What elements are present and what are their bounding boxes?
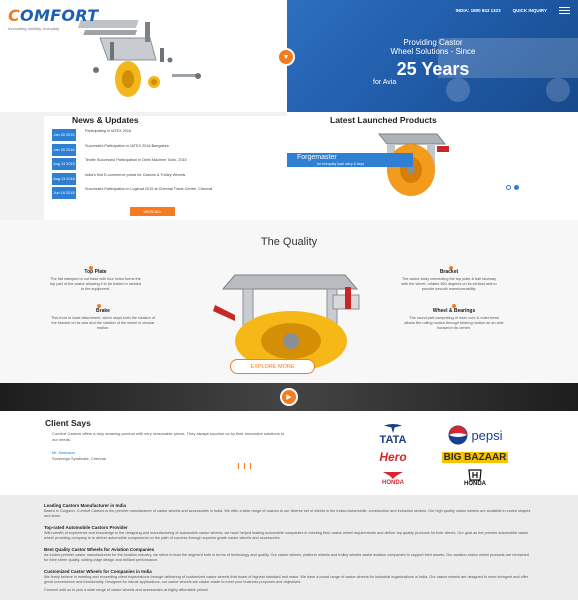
play-button[interactable]: ▶ [280,388,298,406]
feature-wheel-bearings: Wheel & Bearings The round part comprisi… [404,309,504,331]
logo-letters: OMFORT [20,6,99,25]
logo-tagline: Innovating mobility, everyday [8,26,60,31]
feature-title: Wheel & Bearings [432,308,476,314]
feature-text: The flat stamped or cut base with four h… [50,277,141,291]
honda-h-icon [468,469,482,481]
logo-letter-c: C [8,6,21,25]
logo-text: pepsi [471,427,503,443]
news-title: News & Updates [72,115,139,125]
view-all-button[interactable]: VIEW ALL [130,207,175,216]
feature-bracket: Bracket The castor body connecting the t… [398,270,500,292]
client-logo-tata: TATA [358,424,428,446]
logo-text: Hero [379,450,407,464]
seo-paragraph: As India's premier castor manufacturers … [44,553,529,562]
seo-paragraph: With wealth of experience and knowledge … [44,531,529,540]
logo-text: BIG BAZAAR [441,451,509,463]
client-logo-hero: Hero [358,448,428,466]
seo-text-section: Leading Castors Manufacturer in India Ba… [0,495,578,600]
phone-number[interactable]: INDIA: 1800 843 1323 [456,8,501,13]
carousel-dot-active[interactable] [514,185,519,190]
news-date-badge: Jun 16 2015 [52,187,76,199]
seo-closing: Connect with us to pick a wide range of … [44,588,209,592]
quality-title: The Quality [260,236,318,248]
news-list: Jan 20 2016 Participating in IATEX 2016 … [52,129,282,202]
feature-brake: Brake This front or back attachment, whi… [48,309,158,331]
feature-text: The castor body connecting the top plate… [401,277,497,291]
product-name: Forgemaster [297,154,337,161]
news-item-text: India's first E-commerce portal for Cast… [85,172,186,177]
pager-bar[interactable] [250,463,251,469]
quick-inquiry-link[interactable]: QUICK INQUIRY [513,8,547,13]
logo-text: HONDA [464,481,486,487]
top-bar: INDIA: 1800 843 1323 QUICK INQUIRY [456,7,570,14]
news-item[interactable]: Aug 13 2015 India's first E-commerce por… [52,172,282,188]
hamburger-menu-icon[interactable] [559,7,570,14]
feature-top-plate: Top Plate The flat stamped or cut base w… [48,270,143,292]
feature-title: Brake [96,308,110,314]
product-caption-bar: Forgemaster for everyday load carry & ke… [287,153,413,167]
client-logo-pepsi: pepsi [428,424,523,446]
seo-paragraph: We firmly believe in meeting and exceedi… [44,575,529,584]
news-date-badge: Jan 20 2016 [52,129,76,141]
hero-tagline: Providing Castor Wheel Solutions - Since… [323,38,543,86]
news-item[interactable]: Jun 16 2015 Successful Participation in … [52,187,282,202]
tata-emblem-icon [383,424,403,434]
client-logo-honda-wing: HONDA [358,468,428,488]
client-logo-honda-h: HONDA [430,468,520,488]
feature-title: Top Plate [84,269,107,275]
news-item-text: Successful Participation in Logimat 2015… [85,187,213,191]
logo-wordmark: COMFORT [8,6,98,25]
feature-title: Bracket [439,269,459,275]
latest-products-title: Latest Launched Products [330,115,437,125]
logo-text: HONDA [382,480,404,486]
explore-more-button[interactable]: EXPLORE MORE [230,359,315,374]
clients-title: Client Says [45,418,91,428]
author-company: Sovereign Syndicate, Chennai [52,455,106,461]
news-item-text: Successful Participation in IATEX 2016 B… [85,143,169,148]
testimonial-pager [238,463,251,469]
company-logo[interactable]: COMFORT Innovating mobility, everyday [8,6,98,31]
hero-line-2: Wheel Solutions - Since [390,47,476,56]
client-logos: TATA pepsi Hero BIG BAZAAR HONDA HONDA [348,420,528,488]
pepsi-globe-icon [448,425,468,445]
news-item[interactable]: Jan 20 2016 Successful Participation in … [52,143,282,159]
client-logo-big-bazaar: BIG BAZAAR [430,448,520,466]
hero-years: 25 Years [396,59,470,79]
carousel-dots [506,185,519,190]
feature-text: This front or back attachment, which sto… [51,316,155,330]
news-date-badge: Aug 13 2015 [52,172,76,185]
hero-line-4: for Avia [373,79,397,86]
product-subtitle: for everyday load carry & keys [317,162,365,166]
seo-paragraph: Based in Gurgaon, Comfort Castors is the… [44,509,531,518]
logo-text: TATA [379,434,407,446]
news-item[interactable]: Aug 13 2015 Textile Successful Participa… [52,158,282,173]
pager-bar[interactable] [238,463,239,469]
news-item-text: Participating in IATEX 2016 [85,129,132,133]
hero-line-1: Providing Castor [403,38,463,47]
testimonial-author: Mr. Narbazar Sovereign Syndicate, Chenna… [52,450,106,461]
news-item[interactable]: Jan 20 2016 Participating in IATEX 2016 [52,129,282,144]
feature-text: The round part comprising of inner core … [404,316,504,330]
scroll-down-button[interactable]: ▼ [277,48,295,66]
news-date-badge: Aug 13 2015 [52,158,76,170]
news-date-badge: Jan 20 2016 [52,143,76,156]
chevron-down-icon: ▼ [282,53,290,61]
news-item-text: Textile Successful Participation in Delh… [85,158,187,162]
carousel-dot[interactable] [506,185,511,190]
hero-banner: COMFORT Innovating mobility, everyday IN… [0,0,578,112]
honda-wing-icon [383,472,403,479]
play-icon: ▶ [286,394,292,401]
pager-bar[interactable] [244,463,245,469]
testimonial-quote: Comfort Castors offers a truly amazing p… [52,431,285,442]
